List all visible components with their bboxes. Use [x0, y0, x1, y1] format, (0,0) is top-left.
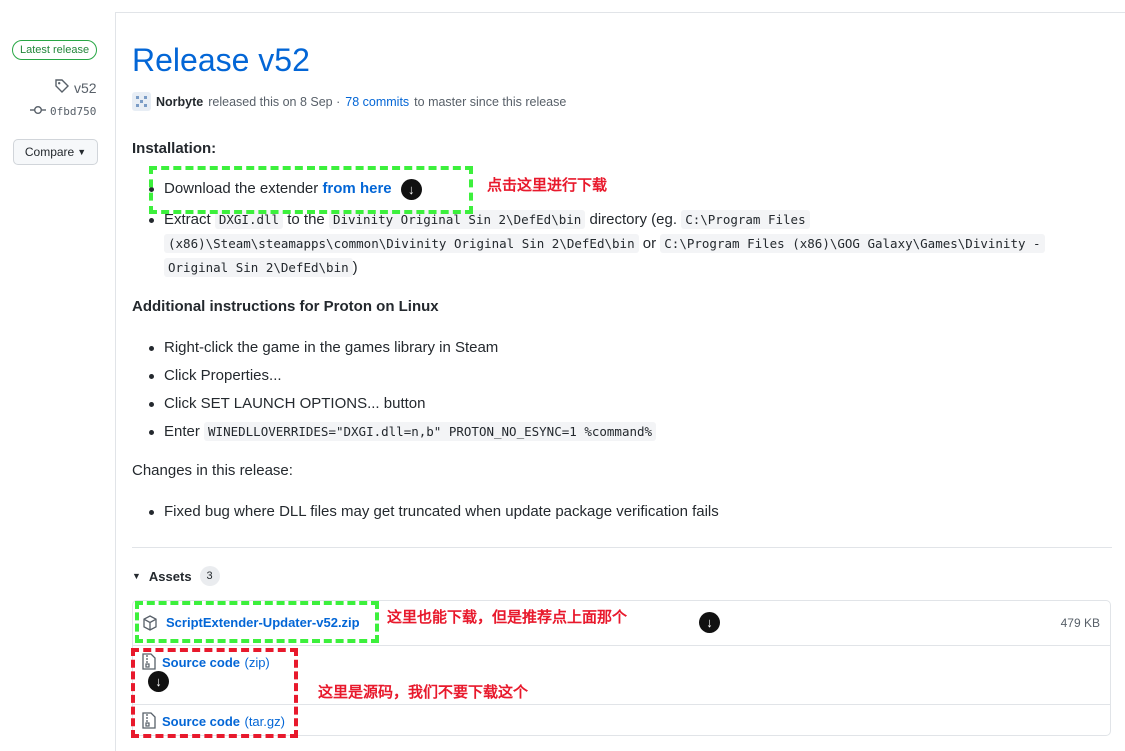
assets-toggle[interactable]: ▼ Assets 3: [132, 566, 220, 586]
author-link[interactable]: Norbyte: [156, 95, 203, 109]
assets-count-badge: 3: [199, 566, 220, 586]
commit-link[interactable]: 0fbd750: [30, 105, 96, 118]
changes-heading: Changes in this release:: [132, 462, 293, 479]
extract-text: ): [352, 259, 358, 276]
highlight-box-updater: [135, 601, 379, 643]
tag-link[interactable]: v52: [54, 78, 97, 97]
extract-continuation: Original Sin 2\DefEd\bin): [164, 256, 358, 280]
code-path: C:\Program Files: [681, 210, 810, 229]
tag-label: v52: [74, 79, 97, 96]
annotation-source-code: 这里是源码，我们不要下载这个: [318, 683, 529, 701]
annotation-also-download: 这里也能下载，但是推荐点上面那个: [387, 608, 628, 626]
annotation-click-here: 点击这里进行下载: [487, 176, 608, 194]
proton-heading: Additional instructions for Proton on Li…: [132, 298, 439, 315]
released-text: released this on 8 Sep ·: [208, 94, 341, 109]
asset-size: 479 KB: [1060, 616, 1100, 630]
highlight-box-download: [149, 166, 473, 214]
code-path: (x86)\Steam\steamapps\common\Divinity Or…: [164, 234, 639, 253]
release-meta: Norbyte released this on 8 Sep · 78 comm…: [132, 92, 566, 111]
commit-sha: 0fbd750: [50, 105, 97, 118]
assets-label: Assets: [148, 568, 192, 584]
commit-icon: [30, 105, 46, 118]
enter-label: Enter: [164, 423, 205, 440]
compare-button[interactable]: Compare ▼: [13, 139, 98, 165]
list-item-enter: Enter WINEDLLOVERRIDES="DXGI.dll=n,b" PR…: [148, 420, 657, 444]
list-item: Click SET LAUNCH OPTIONS... button: [148, 392, 425, 416]
commits-link[interactable]: 78 commits: [345, 95, 409, 109]
list-item: Right-click the game in the games librar…: [148, 336, 498, 360]
download-arrow-icon: ↓: [148, 671, 169, 692]
column-divider: [115, 12, 116, 751]
divider: [132, 547, 1112, 548]
highlight-box-source-code: [131, 648, 298, 738]
extract-text: directory (eg.: [585, 211, 682, 228]
installation-heading: Installation:: [132, 140, 217, 157]
list-item: Fixed bug where DLL files may get trunca…: [149, 500, 719, 524]
caret-down-icon: ▼: [132, 571, 141, 581]
avatar[interactable]: [132, 92, 151, 111]
download-arrow-icon: ↓: [699, 612, 720, 633]
release-title[interactable]: Release v52: [132, 42, 310, 79]
code-path: Original Sin 2\DefEd\bin: [164, 258, 353, 277]
tag-icon: [54, 78, 70, 97]
top-divider: [116, 12, 1125, 13]
since-text: to master since this release: [414, 94, 567, 109]
code-launch-options: WINEDLLOVERRIDES="DXGI.dll=n,b" PROTON_N…: [204, 422, 657, 441]
extract-continuation: (x86)\Steam\steamapps\common\Divinity Or…: [164, 232, 1045, 256]
caret-down-icon: ▼: [77, 147, 87, 157]
latest-release-badge: Latest release: [12, 40, 98, 60]
extract-text: or: [638, 235, 661, 252]
compare-label: Compare: [24, 145, 75, 159]
list-item: Click Properties...: [149, 364, 282, 388]
code-path: C:\Program Files (x86)\GOG Galaxy\Games\…: [660, 234, 1045, 253]
